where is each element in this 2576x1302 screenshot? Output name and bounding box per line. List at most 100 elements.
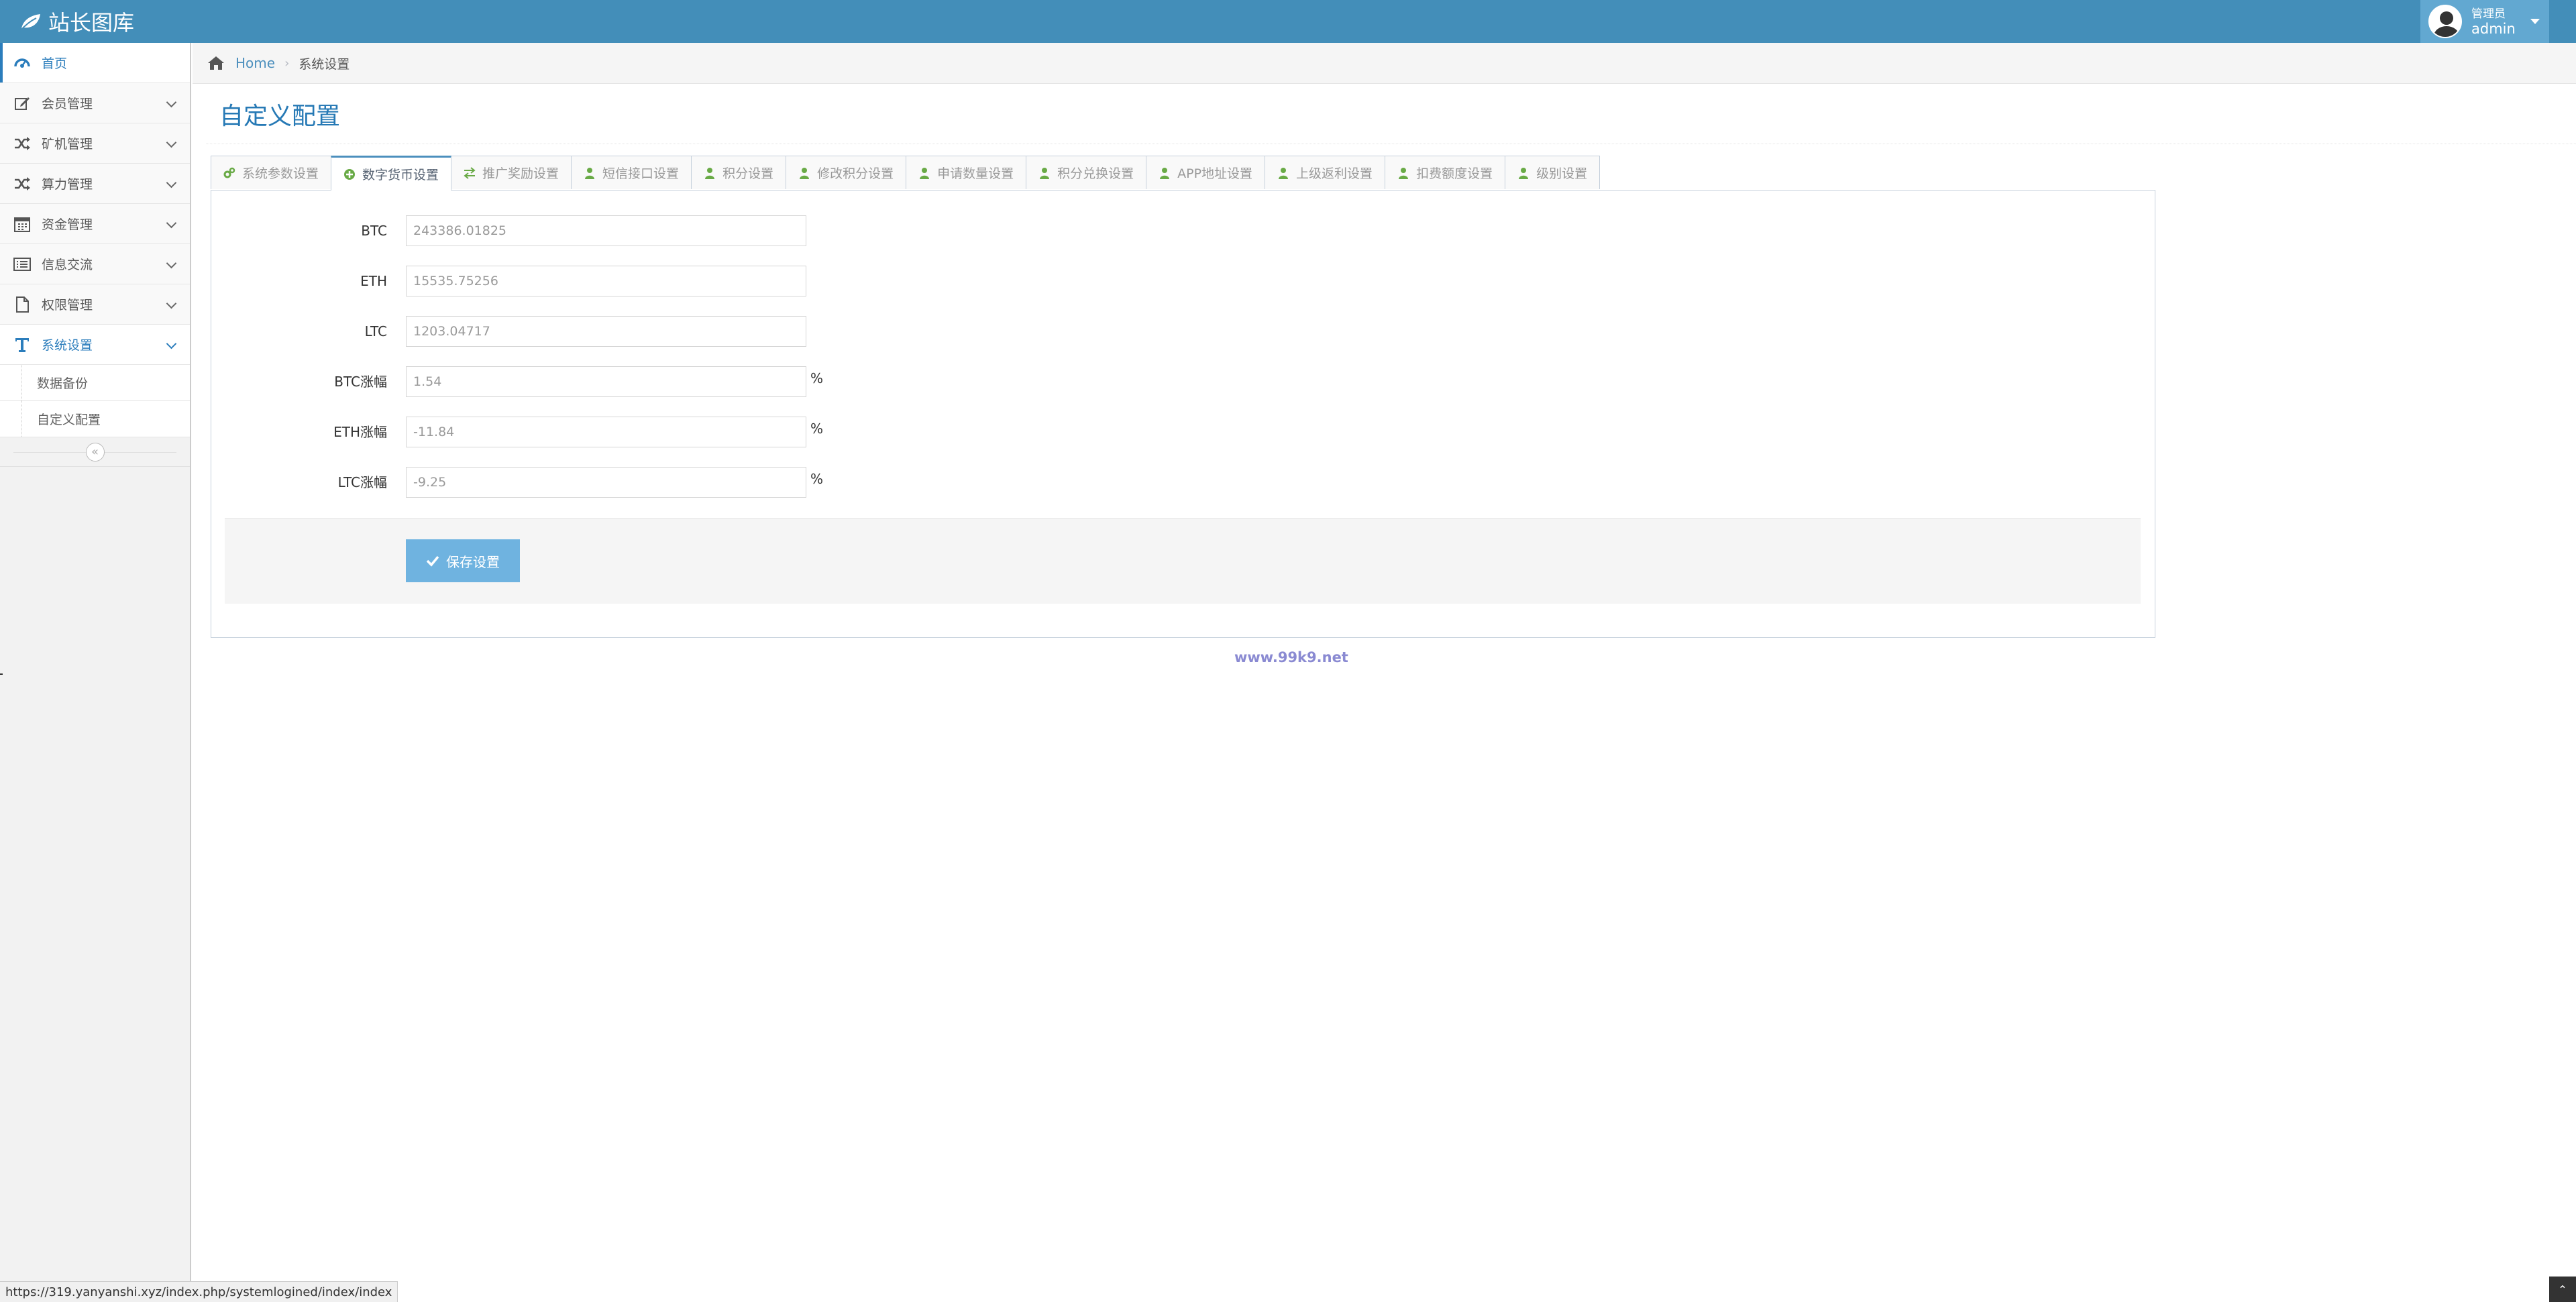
form-row-eth: ETH (211, 266, 882, 296)
tab-fee-quota[interactable]: 扣费额度设置 (1385, 156, 1506, 189)
tab-points-exchange[interactable]: 积分兑换设置 (1026, 156, 1147, 189)
exchange-icon (464, 166, 476, 179)
sidebar-item-label: 资金管理 (42, 217, 93, 232)
footer-link[interactable]: www.99k9.net (1234, 649, 1348, 665)
sidebar-item-hashpower[interactable]: 算力管理 (0, 164, 190, 204)
tab-system-params[interactable]: 系统参数设置 (211, 156, 332, 189)
field-label: BTC (361, 223, 387, 239)
eth-change-input[interactable] (406, 417, 806, 447)
tab-label: 修改积分设置 (817, 166, 894, 181)
sidebar-subitem-custom-config[interactable]: 自定义配置 (0, 401, 190, 437)
page-title: 自定义配置 (219, 102, 341, 130)
tab-label: 系统参数设置 (242, 166, 319, 181)
top-navbar: 站长图库 管理员 admin (0, 0, 2576, 43)
caret-down-icon (2530, 19, 2540, 24)
cogs-icon (223, 167, 235, 178)
tab-label: 短信接口设置 (602, 166, 680, 181)
user-menu[interactable]: 管理员 admin (2420, 0, 2549, 43)
field-label: ETH (360, 273, 387, 289)
tab-referral-rewards[interactable]: 推广奖励设置 (451, 156, 572, 189)
plus-circle-icon (344, 168, 356, 180)
tab-modify-points[interactable]: 修改积分设置 (786, 156, 907, 189)
tab-upline-rebate[interactable]: 上级返利设置 (1265, 156, 1386, 189)
sidebar-item-permissions[interactable]: 权限管理 (0, 284, 190, 325)
percent-unit: % (810, 370, 824, 386)
status-bar-url: https://319.yanyanshi.xyz/index.php/syst… (0, 1281, 398, 1302)
tab-label: 积分设置 (722, 166, 774, 181)
save-settings-button[interactable]: 保存设置 (406, 539, 520, 582)
field-label: LTC (364, 323, 387, 339)
user-icon (1279, 167, 1289, 179)
sidebar-item-members[interactable]: 会员管理 (0, 83, 190, 123)
breadcrumb-current: 系统设置 (299, 56, 350, 72)
sidebar-subitem-label: 数据备份 (37, 376, 89, 391)
chevron-down-icon (166, 177, 177, 188)
leaf-icon (19, 14, 40, 32)
user-icon (585, 167, 595, 179)
file-icon (12, 295, 32, 314)
tab-label: 级别设置 (1536, 166, 1588, 181)
field-label: ETH涨幅 (333, 424, 387, 440)
divider (0, 673, 3, 675)
tab-points[interactable]: 积分设置 (691, 156, 787, 189)
sidebar-item-label: 系统设置 (42, 338, 93, 353)
edit-icon (12, 94, 32, 113)
chevron-down-icon (166, 338, 177, 349)
sidebar-item-label: 矿机管理 (42, 137, 93, 152)
user-icon (1399, 167, 1409, 179)
brand-name: 站长图库 (48, 10, 135, 36)
scroll-to-top-button[interactable]: ⌃ (2549, 1277, 2576, 1302)
user-role: 管理员 (2471, 7, 2506, 21)
btc-price-input[interactable] (406, 215, 806, 246)
user-icon (1160, 167, 1170, 179)
calendar-icon (12, 215, 32, 233)
tab-panel-digital-currency: BTC ETH LTC BTC涨幅 % ETH涨幅 % LTC涨幅 % 保存设置 (211, 190, 2155, 638)
page-header: 自定义配置 (206, 84, 2576, 144)
field-label: LTC涨幅 (337, 474, 387, 490)
tab-sms-api[interactable]: 短信接口设置 (571, 156, 692, 189)
dashboard-icon (12, 54, 32, 72)
brand-logo[interactable]: 站长图库 (19, 7, 134, 36)
form-row-ltc-change: LTC涨幅 % (211, 467, 882, 498)
breadcrumb-home-link[interactable]: Home (235, 55, 275, 71)
sidebar-item-messages[interactable]: 信息交流 (0, 244, 190, 284)
sidebar-item-label: 信息交流 (42, 258, 93, 272)
sidebar-collapse-bar: « (0, 437, 190, 467)
form-row-eth-change: ETH涨幅 % (211, 417, 882, 447)
user-icon (920, 167, 930, 179)
ltc-price-input[interactable] (406, 316, 806, 347)
breadcrumb-separator: › (284, 56, 290, 70)
chevron-down-icon (166, 137, 177, 148)
sidebar-subitem-label: 自定义配置 (37, 413, 101, 427)
tab-app-address[interactable]: APP地址设置 (1146, 156, 1266, 189)
sidebar-subitem-data-backup[interactable]: 数据备份 (0, 365, 190, 401)
sidebar-item-label: 权限管理 (42, 298, 93, 313)
avatar (2428, 5, 2462, 38)
user-icon (1519, 167, 1529, 179)
sidebar-item-system-settings[interactable]: 系统设置 (0, 325, 190, 365)
tab-digital-currency[interactable]: 数字货币设置 (331, 156, 452, 191)
tab-application-quantity[interactable]: 申请数量设置 (906, 156, 1027, 189)
tab-level[interactable]: 级别设置 (1505, 156, 1601, 189)
sidebar-item-home[interactable]: 首页 (0, 43, 190, 83)
btc-change-input[interactable] (406, 366, 806, 397)
eth-price-input[interactable] (406, 266, 806, 296)
tab-label: 积分兑换设置 (1057, 166, 1134, 181)
sidebar-item-label: 会员管理 (42, 97, 93, 111)
double-angle-left-icon[interactable]: « (85, 442, 105, 462)
list-alt-icon (12, 255, 32, 274)
chevron-down-icon (166, 217, 177, 229)
sidebar-item-funds[interactable]: 资金管理 (0, 204, 190, 244)
sidebar-item-miners[interactable]: 矿机管理 (0, 123, 190, 164)
random-icon (12, 134, 32, 153)
double-angle-up-icon: ⌃ (2558, 1283, 2567, 1296)
tab-label: APP地址设置 (1177, 166, 1253, 181)
form-actions: 保存设置 (225, 518, 2141, 604)
save-button-label: 保存设置 (446, 553, 500, 570)
percent-unit: % (810, 421, 824, 437)
ltc-change-input[interactable] (406, 467, 806, 498)
field-label: BTC涨幅 (334, 374, 387, 390)
user-icon (800, 167, 810, 179)
form-row-btc-change: BTC涨幅 % (211, 366, 882, 397)
breadcrumb: Home › 系统设置 (193, 43, 2576, 84)
